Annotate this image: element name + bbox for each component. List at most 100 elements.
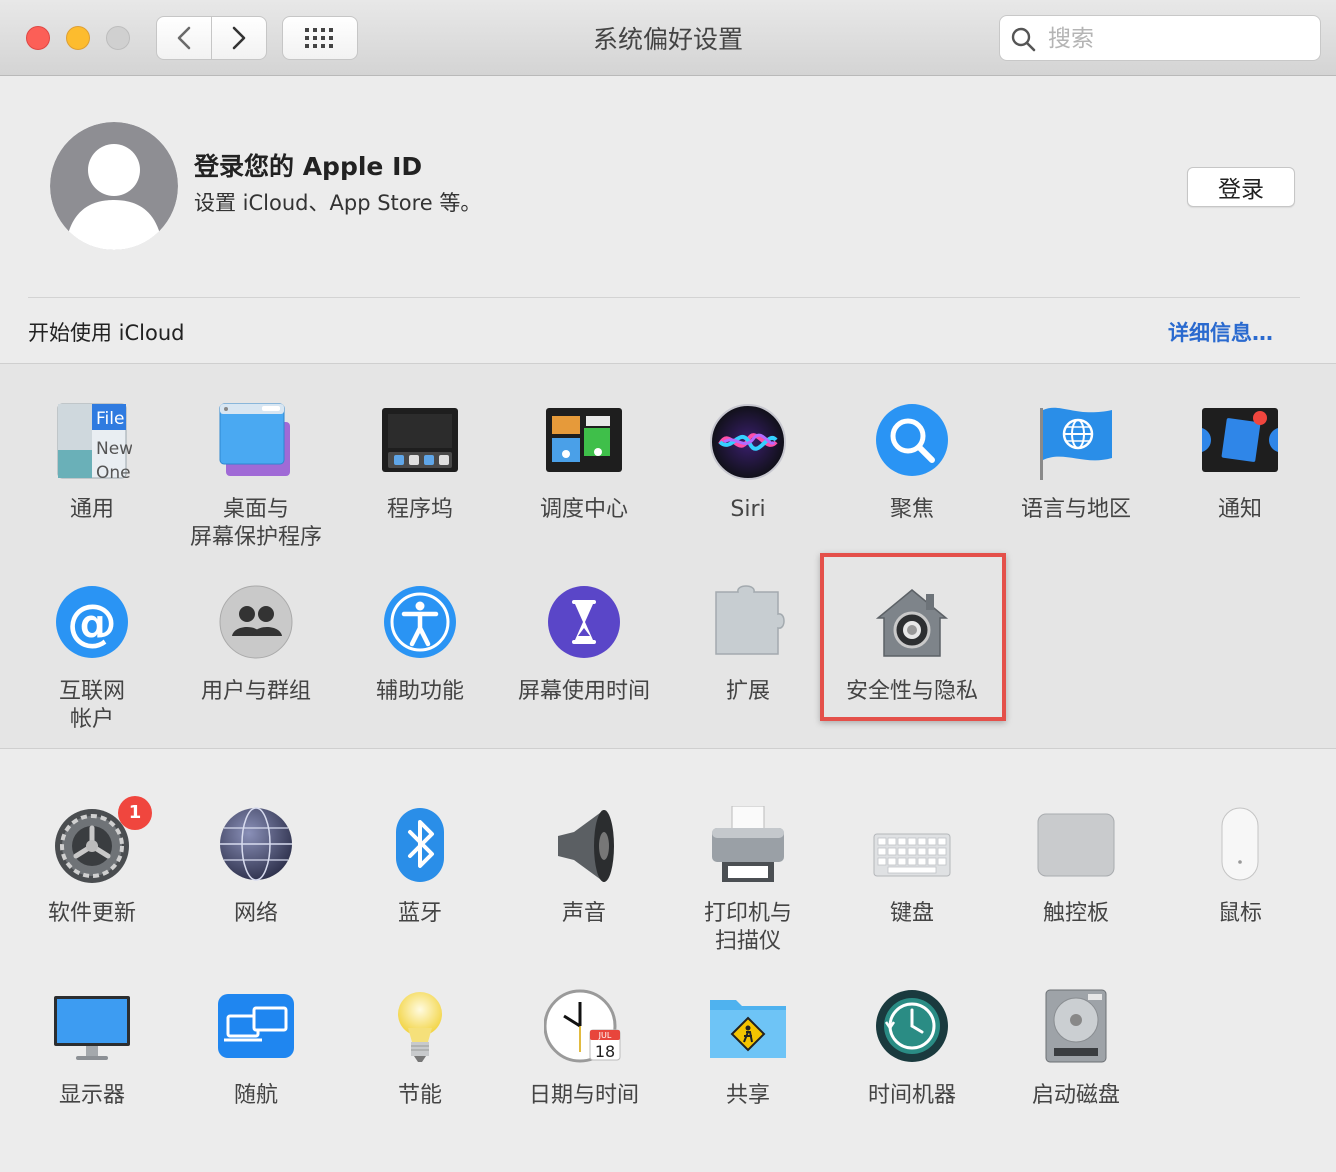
pane-label: 辅助功能 <box>375 679 464 704</box>
pane-label: 键盘 <box>889 901 934 926</box>
pane-label: 调度中心 <box>539 497 628 522</box>
puzzle-icon <box>708 584 788 664</box>
login-button[interactable]: 登录 <box>1187 167 1295 207</box>
pane-extensions[interactable]: 扩展 <box>666 584 830 706</box>
pane-sharing[interactable]: 共享 <box>666 988 830 1110</box>
pane-label: 日期与时间 <box>528 1083 639 1108</box>
pane-label: 互联网 帐户 <box>58 679 125 732</box>
pane-label: 聚焦 <box>889 497 934 522</box>
hourglass-icon <box>544 584 624 664</box>
pane-printers-scanners[interactable]: 打印机与 扫描仪 <box>666 806 830 956</box>
details-link[interactable]: 详细信息… <box>1168 317 1273 347</box>
svg-text:JUL: JUL <box>598 1031 612 1040</box>
pane-network[interactable]: 网络 <box>174 806 338 928</box>
gear-icon: 1 <box>52 796 152 886</box>
pane-label: 随航 <box>233 1083 278 1108</box>
pane-label: 程序坞 <box>386 497 453 522</box>
search-field[interactable] <box>999 15 1321 61</box>
time-machine-icon <box>872 988 952 1068</box>
pane-label: 时间机器 <box>867 1083 956 1108</box>
lightbulb-icon <box>380 988 460 1068</box>
pane-energy-saver[interactable]: 节能 <box>338 988 502 1110</box>
icloud-prompt: 开始使用 iCloud <box>28 321 185 345</box>
clock-icon: JUL 18 <box>544 988 624 1068</box>
pane-label: 触控板 <box>1042 901 1109 926</box>
hard-disk-icon <box>1036 988 1116 1068</box>
pane-startup-disk[interactable]: 启动磁盘 <box>994 988 1158 1110</box>
pane-keyboard[interactable]: 键盘 <box>830 806 994 928</box>
notifications-icon <box>1200 402 1280 482</box>
pane-language-region[interactable]: 语言与地区 <box>994 402 1158 524</box>
highlight-box <box>820 553 1006 721</box>
pane-users-groups[interactable]: 用户与群组 <box>174 584 338 706</box>
sidecar-icon <box>216 988 296 1068</box>
pane-time-machine[interactable]: 时间机器 <box>830 988 994 1110</box>
pane-label: 网络 <box>233 901 278 926</box>
pane-label: 打印机与 扫描仪 <box>703 901 792 954</box>
pane-label: 节能 <box>397 1083 442 1108</box>
pane-general[interactable]: File New One 通用 <box>10 402 174 524</box>
pane-label: 声音 <box>561 901 606 926</box>
title-bar: 系统偏好设置 <box>0 0 1336 76</box>
system-preferences-window: 系统偏好设置 登录您的 Apple ID 设置 iCloud、App Store… <box>0 0 1336 1172</box>
pane-internet-accounts[interactable]: @ 互联网 帐户 <box>10 584 174 734</box>
pane-date-time[interactable]: JUL 18 日期与时间 <box>502 988 666 1110</box>
pane-screen-time[interactable]: 屏幕使用时间 <box>502 584 666 706</box>
apple-id-subtitle: 设置 iCloud、App Store 等。 <box>194 191 482 215</box>
pane-accessibility[interactable]: 辅助功能 <box>338 584 502 706</box>
printer-icon <box>708 806 788 886</box>
pane-mission-control[interactable]: 调度中心 <box>502 402 666 524</box>
spotlight-icon <box>872 402 952 482</box>
apple-id-section: 登录您的 Apple ID 设置 iCloud、App Store 等。 登录 … <box>0 77 1336 364</box>
pane-siri[interactable]: Siri <box>666 402 830 524</box>
pane-mouse[interactable]: 鼠标 <box>1158 806 1322 928</box>
trackpad-icon <box>1036 806 1116 886</box>
pane-label: 显示器 <box>58 1083 125 1108</box>
svg-text:New: New <box>96 439 132 459</box>
general-icon: File New One <box>52 402 132 482</box>
monitor-icon <box>52 988 132 1068</box>
sharing-folder-icon <box>708 988 788 1068</box>
siri-icon <box>708 402 788 482</box>
pane-desktop[interactable]: 桌面与 屏幕保护程序 <box>174 402 338 552</box>
pane-bluetooth[interactable]: 蓝牙 <box>338 806 502 928</box>
pane-displays[interactable]: 显示器 <box>10 988 174 1110</box>
globe-icon <box>216 806 296 886</box>
speaker-icon <box>544 806 624 886</box>
pane-sidecar[interactable]: 随航 <box>174 988 338 1110</box>
pane-label: 蓝牙 <box>397 901 442 926</box>
desktop-icon <box>216 402 296 482</box>
svg-text:File: File <box>96 409 124 429</box>
user-silhouette-icon <box>50 122 178 250</box>
pane-software-update[interactable]: 1 软件更新 <box>10 796 174 928</box>
search-input[interactable] <box>1046 20 1310 58</box>
pane-label: 桌面与 屏幕保护程序 <box>189 497 322 550</box>
svg-text:One: One <box>96 463 131 482</box>
svg-text:18: 18 <box>595 1042 615 1061</box>
pane-sound[interactable]: 声音 <box>502 806 666 928</box>
bluetooth-icon <box>380 806 460 886</box>
pane-label: 软件更新 <box>47 901 136 926</box>
pane-label: 鼠标 <box>1217 901 1262 926</box>
pane-dock[interactable]: 程序坞 <box>338 402 502 524</box>
svg-text:@: @ <box>67 594 117 652</box>
keyboard-icon <box>872 806 952 886</box>
pane-label: 共享 <box>725 1083 770 1108</box>
update-badge: 1 <box>118 796 152 830</box>
pane-notifications[interactable]: 通知 <box>1158 402 1322 524</box>
pane-label: 启动磁盘 <box>1031 1083 1120 1108</box>
mission-control-icon <box>544 402 624 482</box>
language-flag-icon <box>1036 402 1116 482</box>
dock-icon <box>380 402 460 482</box>
internet-accounts-icon: @ <box>52 584 132 664</box>
avatar[interactable] <box>50 122 178 250</box>
pane-trackpad[interactable]: 触控板 <box>994 806 1158 928</box>
pane-label: 用户与群组 <box>200 679 311 704</box>
search-icon <box>1011 27 1036 52</box>
mouse-icon <box>1200 806 1280 886</box>
pane-label: 通用 <box>69 497 114 522</box>
pane-label: 语言与地区 <box>1020 497 1131 522</box>
divider <box>28 297 1300 298</box>
pane-spotlight[interactable]: 聚焦 <box>830 402 994 524</box>
accessibility-icon <box>380 584 460 664</box>
